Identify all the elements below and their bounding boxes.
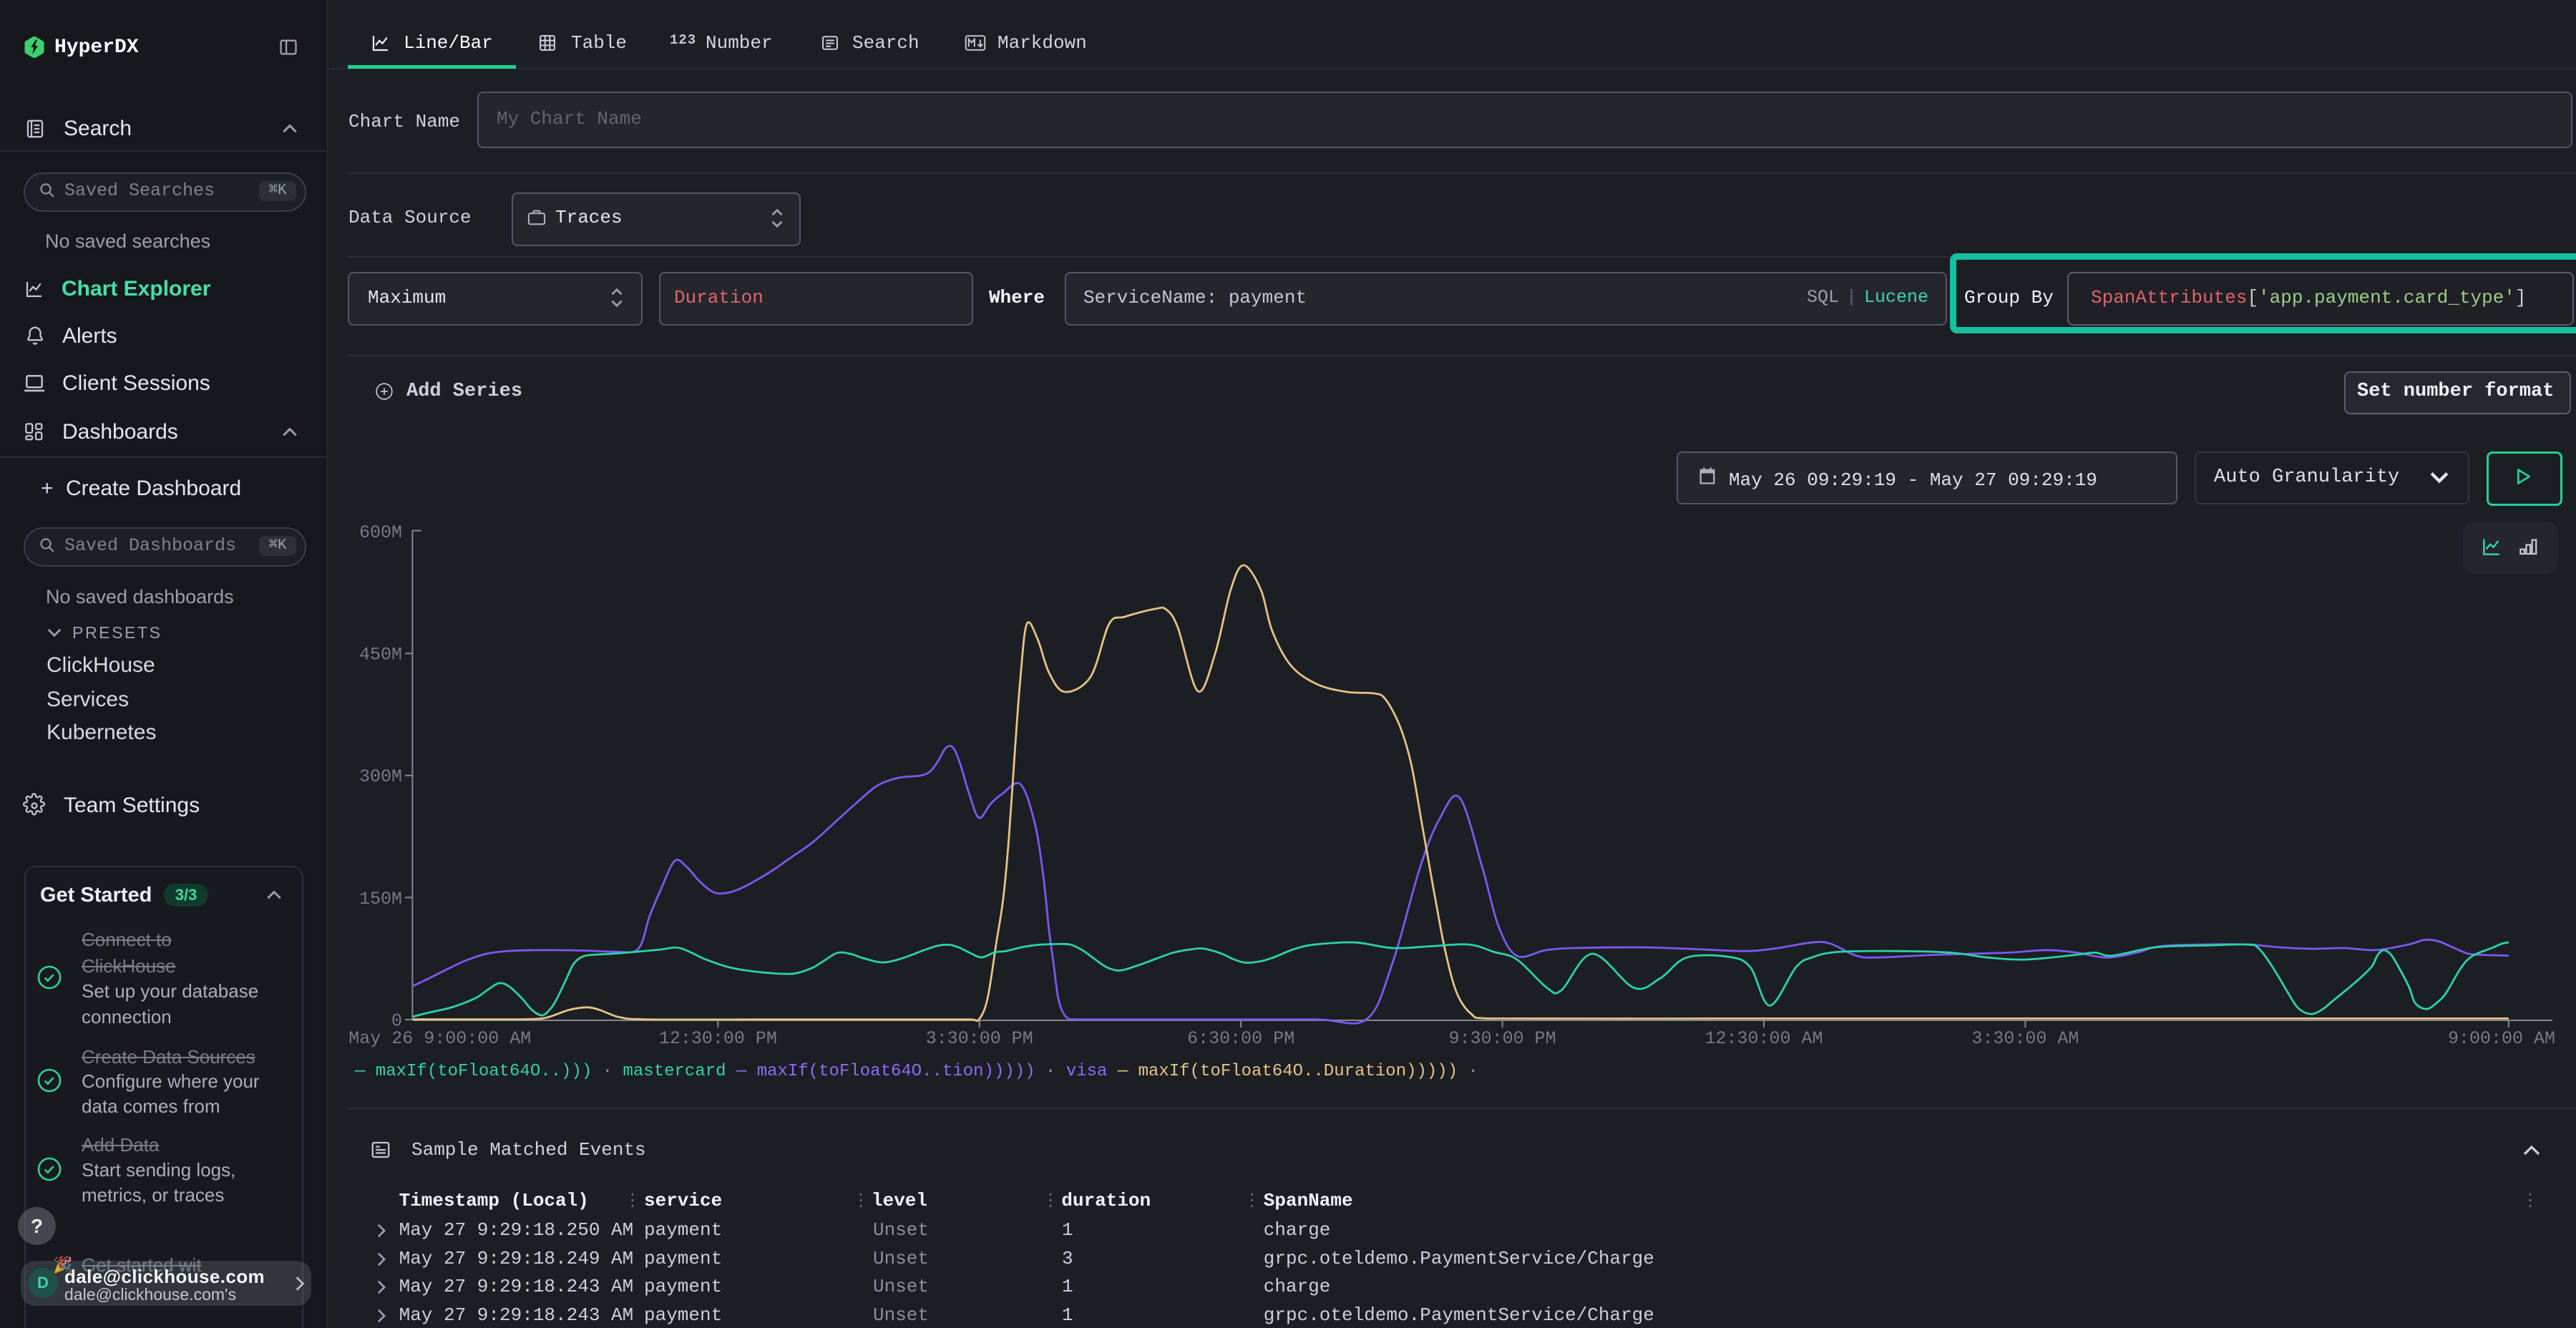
svg-text:6:30:00 PM: 6:30:00 PM <box>1187 1028 1294 1049</box>
svg-text:May 26 9:00:00 AM: May 26 9:00:00 AM <box>348 1028 531 1049</box>
svg-text:450M: 450M <box>359 645 402 665</box>
svg-text:3:30:00 AM: 3:30:00 AM <box>1971 1028 2079 1049</box>
svg-text:9:30:00 PM: 9:30:00 PM <box>1449 1028 1556 1049</box>
svg-text:9:00:00 AM: 9:00:00 AM <box>2448 1028 2555 1049</box>
svg-text:300M: 300M <box>359 766 402 787</box>
svg-text:12:30:00 PM: 12:30:00 PM <box>659 1028 777 1049</box>
svg-text:12:30:00 AM: 12:30:00 AM <box>1704 1028 1823 1049</box>
svg-text:3:30:00 PM: 3:30:00 PM <box>926 1028 1033 1049</box>
svg-text:600M: 600M <box>359 522 402 543</box>
svg-text:150M: 150M <box>359 889 402 909</box>
